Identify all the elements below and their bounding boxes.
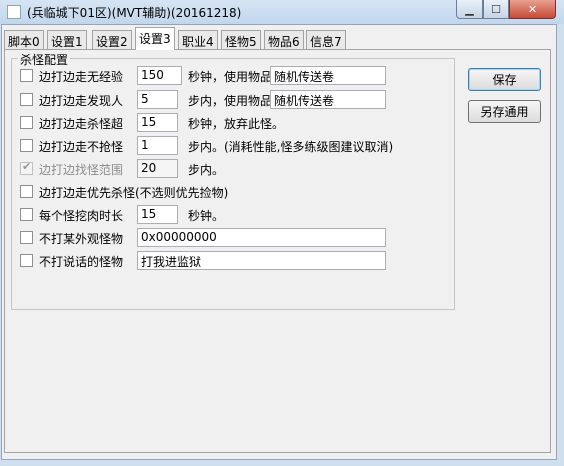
- app-icon: [7, 5, 21, 19]
- save-button[interactable]: 保存: [468, 68, 541, 91]
- no-exp-suffix: 秒钟，使用物品: [188, 70, 273, 84]
- find-player-checkbox[interactable]: [20, 93, 33, 106]
- search-range-label: 边打边找怪范围: [39, 163, 124, 177]
- no-steal-label: 边打边走不抢怪: [39, 140, 124, 154]
- no-steal-checkbox[interactable]: [20, 139, 33, 152]
- group-title: 杀怪配置: [18, 51, 71, 68]
- skip-talking-input[interactable]: 打我进监狱: [137, 251, 386, 270]
- tab-info-7[interactable]: 信息7: [306, 30, 346, 49]
- maximize-button[interactable]: ☐: [483, 0, 509, 19]
- dig-meat-seconds-input[interactable]: 15: [137, 205, 178, 224]
- minimize-icon: ▁: [465, 2, 474, 16]
- no-exp-checkbox[interactable]: [20, 69, 33, 82]
- tab-script-0[interactable]: 脚本0: [4, 30, 44, 49]
- search-range-suffix: 步内。: [188, 163, 225, 177]
- save-common-button[interactable]: 另存通用: [468, 100, 541, 123]
- tab-item-6[interactable]: 物品6: [264, 30, 304, 49]
- search-range-checkbox[interactable]: [20, 160, 33, 175]
- minimize-button[interactable]: ▁: [456, 0, 483, 19]
- title-bar: (兵临城下01区)(MVT辅助)(20161218) ▁ ☐ ✕: [0, 0, 564, 24]
- skip-appearance-input[interactable]: 0x00000000: [137, 228, 386, 247]
- dig-meat-checkbox[interactable]: [20, 208, 33, 221]
- no-exp-item-input[interactable]: 随机传送卷: [270, 66, 386, 85]
- skip-talking-checkbox[interactable]: [20, 254, 33, 267]
- no-exp-label: 边打边走无经验: [39, 70, 124, 84]
- kill-priority-checkbox[interactable]: [20, 185, 33, 198]
- kill-timeout-suffix: 秒钟，放弃此怪。: [188, 117, 285, 131]
- dig-meat-suffix: 秒钟。: [188, 209, 225, 223]
- find-player-item-input[interactable]: 随机传送卷: [270, 90, 386, 109]
- search-range-input[interactable]: 20: [137, 159, 178, 178]
- tab-settings-1[interactable]: 设置1: [47, 30, 87, 49]
- find-player-steps-input[interactable]: 5: [137, 90, 178, 109]
- no-steal-steps-input[interactable]: 1: [137, 136, 178, 155]
- close-button[interactable]: ✕: [509, 0, 556, 19]
- no-steal-suffix: 步内。(消耗性能,怪多练级图建议取消): [188, 140, 394, 154]
- skip-talking-label: 不打说话的怪物: [39, 255, 124, 269]
- find-player-suffix: 步内，使用物品: [188, 94, 273, 108]
- no-exp-seconds-input[interactable]: 150: [137, 66, 182, 85]
- kill-timeout-label: 边打边走杀怪超: [39, 117, 124, 131]
- maximize-icon: ☐: [491, 2, 501, 16]
- kill-timeout-checkbox[interactable]: [20, 116, 33, 129]
- tab-settings-3[interactable]: 设置3: [135, 27, 175, 50]
- tab-job-4[interactable]: 职业4: [178, 30, 218, 49]
- skip-appearance-checkbox[interactable]: [20, 231, 33, 244]
- dig-meat-label: 每个怪挖肉时长: [39, 209, 124, 223]
- kill-priority-label: 边打边走优先杀怪(不选则优先捡物): [39, 186, 229, 200]
- window-title: (兵临城下01区)(MVT辅助)(20161218): [27, 6, 242, 20]
- close-icon: ✕: [527, 2, 538, 16]
- settings-3-panel: 杀怪配置 边打边走无经验 150 秒钟，使用物品 随机传送卷 边打边走发现人 5…: [4, 49, 551, 453]
- tab-settings-2[interactable]: 设置2: [92, 30, 132, 49]
- find-player-label: 边打边走发现人: [39, 94, 124, 108]
- tab-monster-5[interactable]: 怪物5: [221, 30, 261, 49]
- kill-timeout-input[interactable]: 15: [137, 113, 178, 132]
- window-client-area: 脚本0 设置1 设置2 设置3 职业4 怪物5 物品6 信息7 杀怪配置 边打边…: [1, 24, 557, 460]
- skip-appearance-label: 不打某外观怪物: [39, 232, 124, 246]
